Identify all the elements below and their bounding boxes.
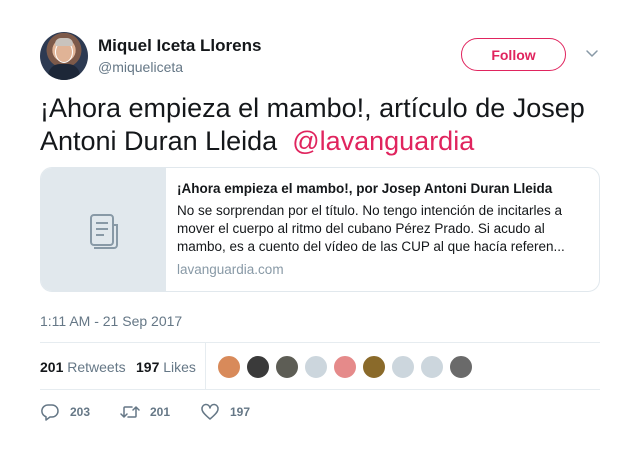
- liker-avatar[interactable]: [246, 355, 270, 379]
- card-title: ¡Ahora empieza el mambo!, por Josep Anto…: [177, 181, 553, 196]
- card-thumbnail: [41, 168, 166, 291]
- heart-icon: [201, 403, 219, 420]
- tweet-actions: 203 201 197: [40, 400, 600, 424]
- likes-stat[interactable]: 197 Likes: [136, 359, 196, 375]
- liker-avatar[interactable]: [449, 355, 473, 379]
- liker-avatar[interactable]: [217, 355, 241, 379]
- avatar-hair: [55, 38, 73, 46]
- card-body: ¡Ahora empieza el mambo!, por Josep Anto…: [177, 181, 587, 277]
- avatar-suit: [48, 64, 80, 80]
- liker-avatar[interactable]: [362, 355, 386, 379]
- author-avatar[interactable]: [40, 32, 88, 80]
- stats-divider: [205, 343, 206, 390]
- likes-label: Likes: [163, 359, 196, 375]
- like-count: 197: [230, 405, 251, 419]
- follow-button[interactable]: Follow: [461, 38, 566, 71]
- retweet-icon: [120, 406, 140, 418]
- card-description: No se sorprendan por el título. No tengo…: [177, 203, 565, 254]
- tweet-timestamp[interactable]: 1:11 AM - 21 Sep 2017: [40, 313, 182, 329]
- liker-avatar[interactable]: [304, 355, 328, 379]
- like-button[interactable]: 197: [200, 402, 250, 422]
- reply-count: 203: [70, 405, 91, 419]
- tweet-text: ¡Ahora empieza el mambo!, artículo de Jo…: [40, 92, 610, 158]
- reply-icon: [41, 404, 59, 421]
- tweet-header: Miquel Iceta Llorens @miqueliceta Follow: [40, 32, 600, 82]
- retweet-count: 201: [150, 405, 171, 419]
- liker-avatar[interactable]: [420, 355, 444, 379]
- chevron-down-icon[interactable]: [585, 46, 599, 60]
- retweet-button[interactable]: 201: [120, 402, 170, 422]
- likes-count: 197: [136, 359, 160, 375]
- retweets-stat[interactable]: 201 Retweets: [40, 359, 126, 375]
- liker-avatar[interactable]: [275, 355, 299, 379]
- liker-avatar[interactable]: [333, 355, 357, 379]
- retweets-label: Retweets: [67, 359, 126, 375]
- author-name[interactable]: Miquel Iceta Llorens: [98, 36, 261, 56]
- card-domain: lavanguardia.com: [177, 262, 284, 277]
- reply-button[interactable]: 203: [40, 402, 90, 422]
- document-icon: [89, 213, 118, 249]
- engagement-stats: 201 Retweets 197 Likes: [40, 342, 600, 390]
- link-card[interactable]: ¡Ahora empieza el mambo!, por Josep Anto…: [40, 167, 600, 292]
- retweets-count: 201: [40, 359, 64, 375]
- mention-link[interactable]: @lavanguardia: [292, 126, 474, 156]
- liker-avatar[interactable]: [391, 355, 415, 379]
- author-handle[interactable]: @miqueliceta: [98, 59, 183, 75]
